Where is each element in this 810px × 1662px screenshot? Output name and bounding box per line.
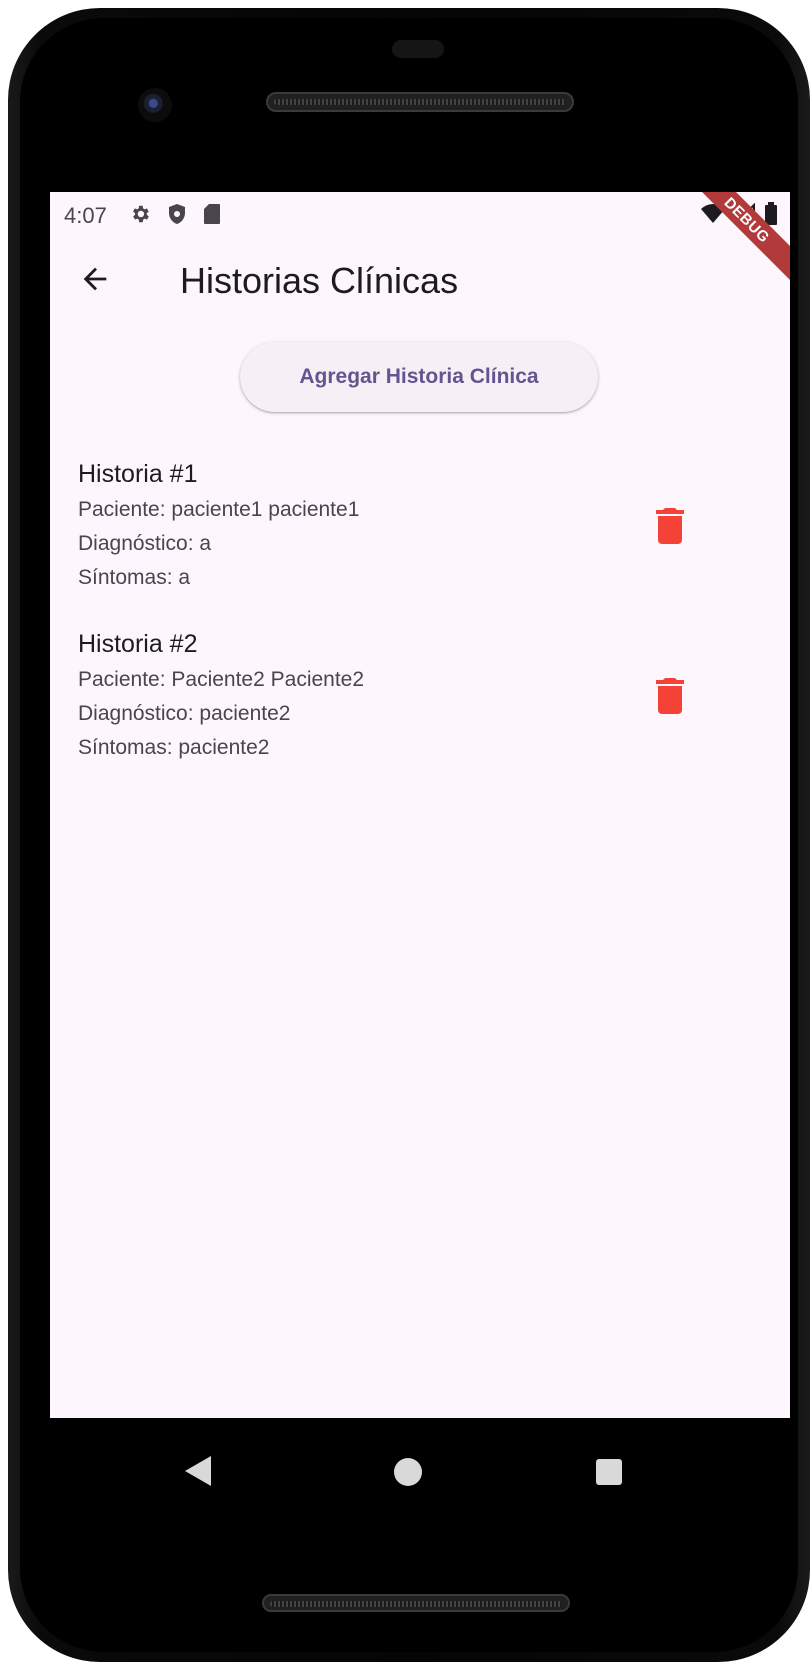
- front-camera: [138, 88, 172, 122]
- shield-icon: [167, 203, 187, 230]
- record-paciente: Paciente: paciente1 paciente1: [78, 498, 360, 521]
- system-nav-bar: [8, 1418, 810, 1528]
- app-bar: Historias Clínicas: [50, 242, 790, 316]
- settings-icon: [129, 203, 151, 230]
- add-historia-button[interactable]: Agregar Historia Clínica: [240, 342, 598, 412]
- nav-home-icon[interactable]: [394, 1458, 422, 1486]
- nav-recents-icon[interactable]: [596, 1459, 622, 1485]
- record-sintomas: Síntomas: paciente2: [78, 736, 270, 759]
- nav-back-icon[interactable]: [183, 1454, 213, 1493]
- record-title: Historia #2: [78, 630, 198, 658]
- back-button[interactable]: [70, 254, 120, 304]
- page-title: Historias Clínicas: [180, 260, 459, 301]
- trash-icon: [656, 678, 684, 714]
- list-item: Historia #1 Paciente: paciente1 paciente…: [50, 460, 790, 628]
- record-diagnostico: Diagnóstico: a: [78, 532, 212, 555]
- record-sintomas: Síntomas: a: [78, 566, 191, 589]
- delete-button[interactable]: [646, 672, 694, 720]
- status-time: 4:07: [64, 203, 107, 228]
- sd-card-icon: [203, 203, 221, 230]
- status-bar: 4:07: [50, 192, 790, 240]
- record-paciente: Paciente: Paciente2 Paciente2: [78, 668, 365, 691]
- delete-button[interactable]: [646, 502, 694, 550]
- bottom-speaker: [262, 1594, 570, 1612]
- app-screen: 4:07 DEBUG Historias Clínicas Agregar Hi…: [50, 192, 790, 1418]
- record-title: Historia #1: [78, 460, 198, 488]
- record-diagnostico: Diagnóstico: paciente2: [78, 702, 291, 725]
- earpiece-speaker: [266, 92, 574, 112]
- trash-icon: [656, 508, 684, 544]
- list-item: Historia #2 Paciente: Paciente2 Paciente…: [50, 630, 790, 798]
- arrow-left-icon: [83, 267, 107, 291]
- phone-frame: 4:07 DEBUG Historias Clínicas Agregar Hi…: [8, 8, 810, 1662]
- proximity-sensor: [392, 40, 444, 58]
